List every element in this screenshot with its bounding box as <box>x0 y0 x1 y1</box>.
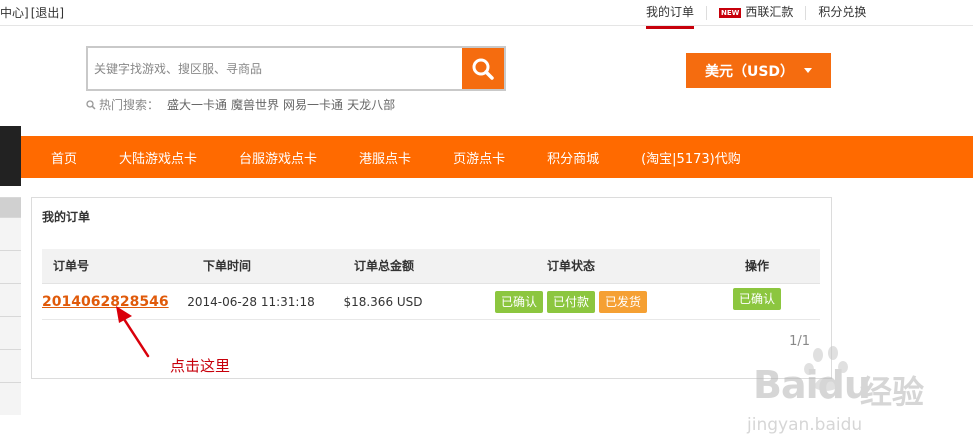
hot-search-item[interactable]: 网易一卡通 <box>283 96 343 113</box>
col-order-amount: 订单总金额 <box>353 259 414 273</box>
hot-search-item[interactable]: 天龙八部 <box>347 96 395 113</box>
new-badge: NEW <box>719 8 742 18</box>
sidebar-item[interactable] <box>0 283 21 316</box>
col-actions: 操作 <box>744 259 769 273</box>
watermark-url: jingyan.baidu <box>747 415 863 435</box>
annotation-text: 点击这里 <box>170 357 231 375</box>
col-order-time: 下单时间 <box>202 259 251 273</box>
sidebar-item[interactable] <box>0 382 21 415</box>
sidebar-item[interactable] <box>0 250 21 283</box>
nav-mainland-cards[interactable]: 大陆游戏点卡 <box>119 148 197 167</box>
nav-hk-cards[interactable]: 港服点卡 <box>359 148 411 167</box>
order-amount-cell: $18.366 USD <box>343 295 423 309</box>
watermark-brand: Baidu <box>753 363 871 407</box>
caret-down-icon <box>804 68 813 73</box>
order-status-cell: 已确认 已付款 已发货 <box>482 284 660 320</box>
search-icon <box>86 99 96 110</box>
main-nav: 首页 大陆游戏点卡 台服游戏点卡 港服点卡 页游点卡 积分商城 (淘宝|5173… <box>21 136 973 178</box>
currency-label: 美元（USD） <box>704 63 795 80</box>
sidebar-item[interactable] <box>0 197 21 217</box>
category-sidebar-header <box>0 126 21 186</box>
hot-search-item[interactable]: 盛大一卡通 <box>167 96 227 113</box>
top-right-links: 我的订单 NEW 西联汇款 积分兑换 <box>634 0 878 29</box>
logout-link[interactable]: [退出] <box>31 6 64 20</box>
nav-proxy-purchase[interactable]: (淘宝|5173)代购 <box>641 148 741 167</box>
status-badge-confirmed: 已确认 <box>494 291 543 313</box>
order-time-cell: 2014-06-28 11:31:18 <box>187 295 315 309</box>
nav-points-mall[interactable]: 积分商城 <box>547 148 599 167</box>
western-union-link[interactable]: NEW 西联汇款 <box>707 0 805 26</box>
search-button[interactable] <box>462 48 504 89</box>
order-action-cell: 已确认 <box>730 281 784 317</box>
col-order-no: 订单号 <box>52 259 89 273</box>
status-badge-shipped: 已发货 <box>599 291 648 313</box>
sidebar-item[interactable] <box>0 316 21 349</box>
user-center-link[interactable]: 中心] <box>0 6 29 20</box>
search-box <box>86 46 506 91</box>
hot-searches: 热门搜索： 盛大一卡通 魔兽世界 网易一卡通 天龙八部 <box>86 96 399 113</box>
search-input[interactable] <box>88 48 462 89</box>
nav-home[interactable]: 首页 <box>51 148 77 167</box>
top-left-links: 中心] [退出] <box>0 4 66 21</box>
hot-search-item[interactable]: 魔兽世界 <box>231 96 279 113</box>
status-badge-paid: 已付款 <box>546 291 595 313</box>
sidebar-item[interactable] <box>0 349 21 382</box>
table-header: 订单号 下单时间 订单总金额 订单状态 操作 <box>42 249 820 284</box>
panel-title: 我的订单 <box>42 210 91 224</box>
currency-selector[interactable]: 美元（USD） <box>686 53 831 88</box>
top-bar: 中心] [退出] 我的订单 NEW 西联汇款 积分兑换 <box>0 0 973 29</box>
my-orders-link[interactable]: 我的订单 <box>634 0 706 29</box>
nav-webgame-cards[interactable]: 页游点卡 <box>453 148 505 167</box>
hot-search-label: 热门搜索： <box>99 98 160 112</box>
annotation-arrow-icon <box>116 306 150 358</box>
points-exchange-link[interactable]: 积分兑换 <box>806 0 878 26</box>
baidu-watermark: Baidu 经验 jingyan.baidu <box>745 335 973 442</box>
col-order-status: 订单状态 <box>546 259 595 273</box>
category-sidebar <box>0 197 21 415</box>
nav-taiwan-cards[interactable]: 台服游戏点卡 <box>239 148 317 167</box>
search-icon <box>472 58 494 80</box>
sidebar-item[interactable] <box>0 217 21 250</box>
watermark-cn: 经验 <box>860 373 925 411</box>
western-union-label: 西联汇款 <box>745 5 794 19</box>
confirm-button[interactable]: 已确认 <box>732 288 781 310</box>
